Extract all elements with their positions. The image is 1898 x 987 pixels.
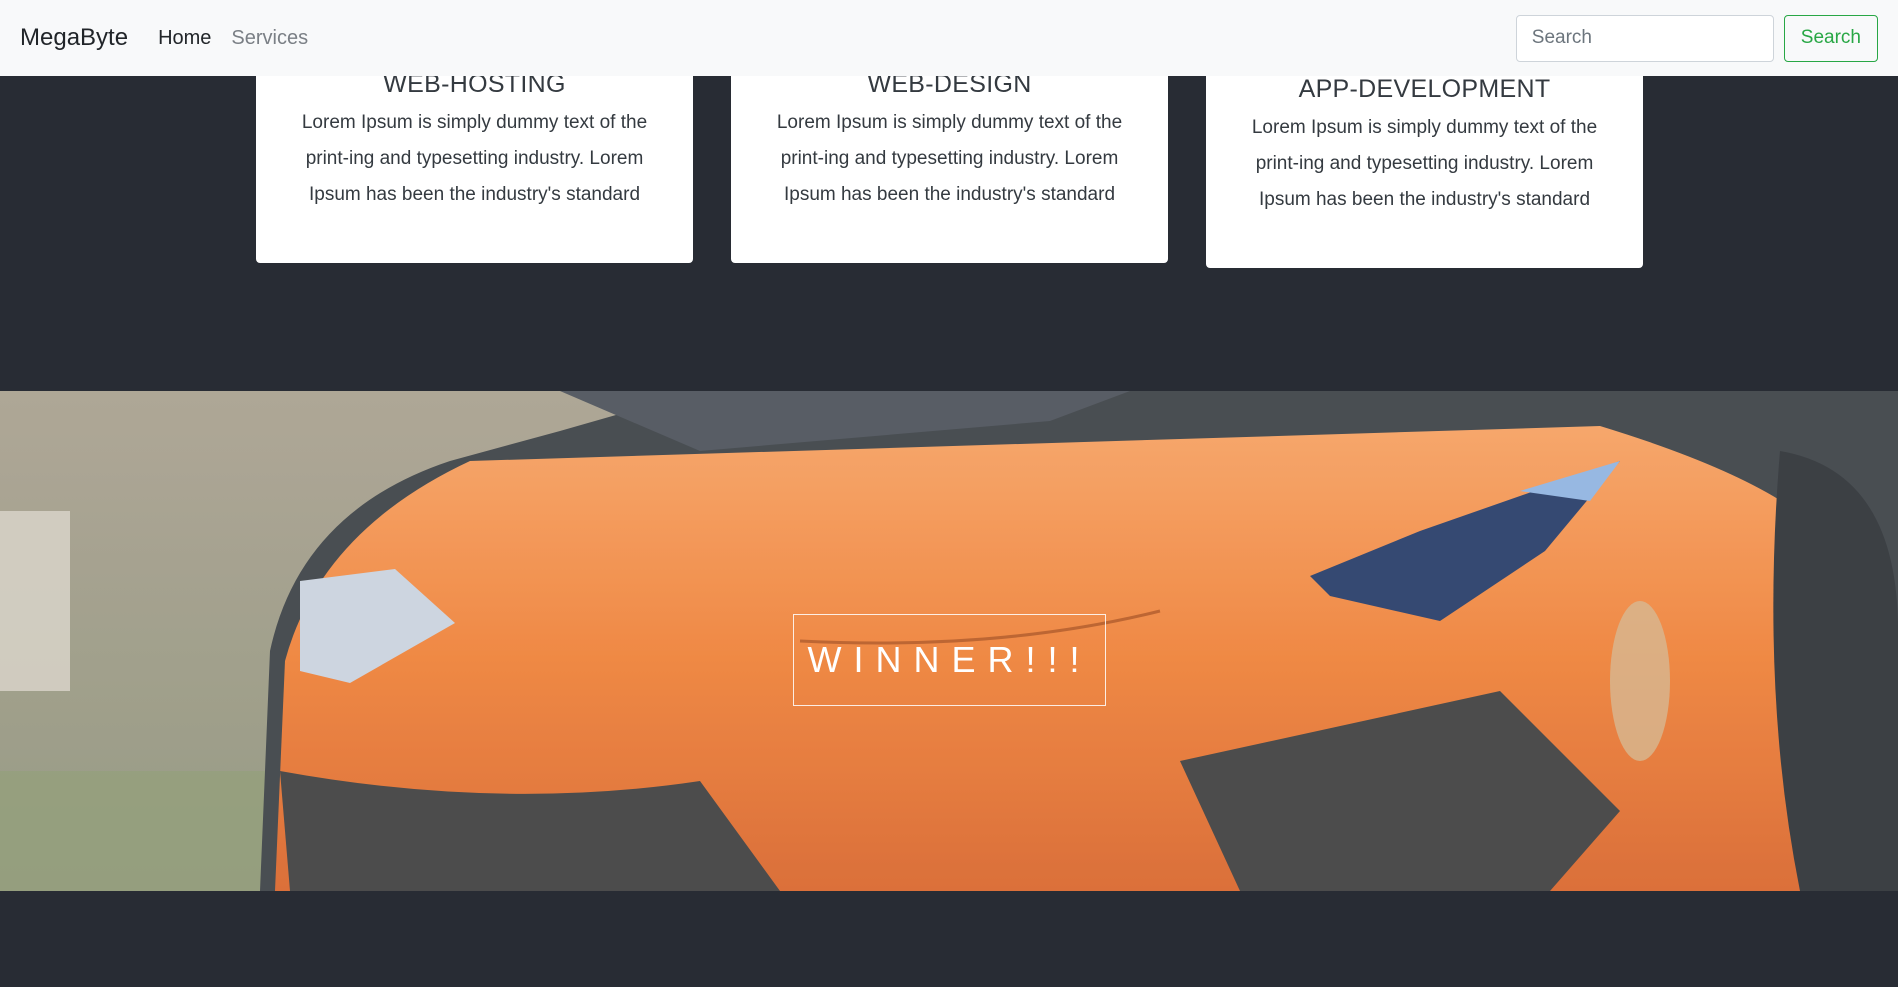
search-form: Search <box>1515 14 1878 62</box>
service-card-app-development: APP-DEVELOPMENT Lorem Ipsum is simply du… <box>1206 65 1643 268</box>
top-navbar: MegaByte Home Services Search <box>0 0 1898 76</box>
service-card-web-hosting: WEB-HOSTING Lorem Ipsum is simply dummy … <box>256 60 693 263</box>
search-input[interactable] <box>1515 14 1774 62</box>
nav-link-services[interactable]: Services <box>231 27 308 50</box>
service-card-web-design: WEB-DESIGN Lorem Ipsum is simply dummy t… <box>731 60 1168 263</box>
card-text: Lorem Ipsum is simply dummy text of the … <box>1251 117 1598 210</box>
search-button[interactable]: Search <box>1783 14 1878 62</box>
card-text: Lorem Ipsum is simply dummy text of the … <box>776 112 1123 205</box>
brand-logo[interactable]: MegaByte <box>20 24 128 52</box>
hero-caption-box: WINNER!!! <box>793 614 1106 706</box>
card-text: Lorem Ipsum is simply dummy text of the … <box>301 112 648 205</box>
nav-link-home[interactable]: Home <box>158 27 211 50</box>
hero-banner: WINNER!!! <box>0 391 1898 891</box>
hero-caption: WINNER!!! <box>807 639 1092 680</box>
card-title: APP-DEVELOPMENT <box>1298 75 1551 103</box>
